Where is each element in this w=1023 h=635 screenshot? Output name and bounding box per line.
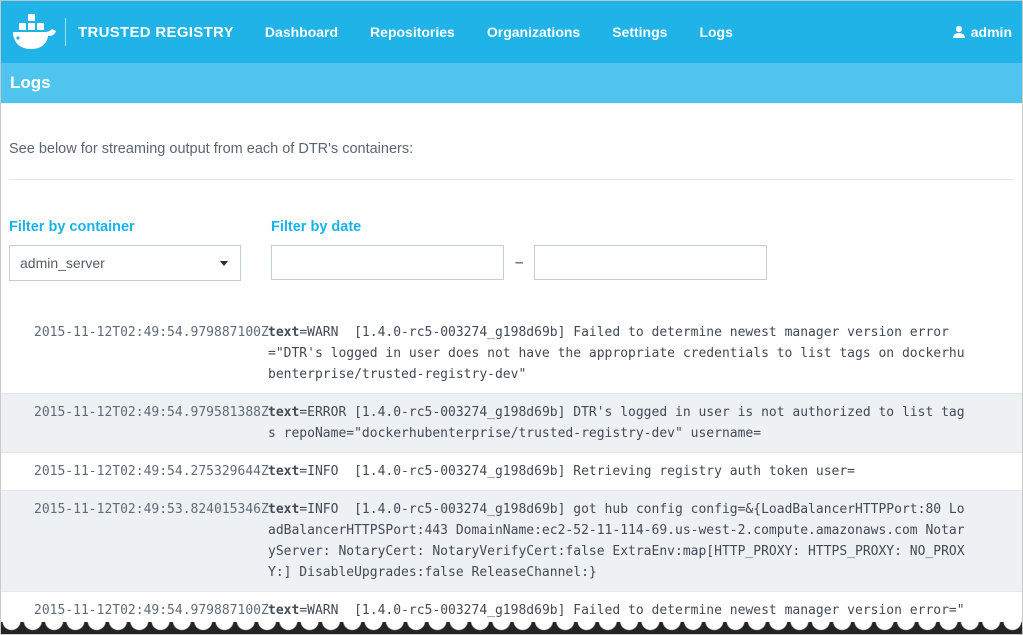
docker-whale-icon bbox=[11, 12, 57, 52]
log-key: text bbox=[268, 405, 299, 420]
log-timestamp: 2015-11-12T02:49:53.824015346Z bbox=[1, 499, 241, 583]
filter-date-group: Filter by date – bbox=[271, 219, 767, 281]
page-title-bar: Logs bbox=[1, 63, 1022, 104]
log-text: =INFO [1.4.0-rc5-003274_g198d69b] got hu… bbox=[268, 502, 965, 580]
log-row: 2015-11-12T02:49:53.824015346Z text=INFO… bbox=[1, 490, 1022, 591]
log-list: 2015-11-12T02:49:54.979887100Z text=WARN… bbox=[1, 314, 1022, 629]
filter-date-label: Filter by date bbox=[271, 219, 767, 239]
log-timestamp: 2015-11-12T02:49:54.275329644Z bbox=[1, 461, 241, 482]
chevron-down-icon bbox=[220, 261, 228, 266]
date-to-input[interactable] bbox=[534, 245, 767, 280]
content: See below for streaming output from each… bbox=[1, 139, 1022, 629]
container-select[interactable]: admin_server bbox=[9, 245, 241, 281]
log-message: text=ERROR [1.4.0-rc5-003274_g198d69b] D… bbox=[268, 402, 968, 444]
log-message: text=INFO [1.4.0-rc5-003274_g198d69b] Re… bbox=[268, 461, 968, 482]
log-text: =WARN [1.4.0-rc5-003274_g198d69b] Failed… bbox=[268, 325, 965, 382]
log-timestamp: 2015-11-12T02:49:54.979581388Z bbox=[1, 402, 241, 444]
user-icon bbox=[952, 25, 966, 39]
log-timestamp: 2015-11-12T02:49:54.979887100Z bbox=[1, 322, 241, 385]
log-key: text bbox=[268, 464, 299, 479]
nav-item-dashboard[interactable]: Dashboard bbox=[249, 24, 354, 40]
nav-items: Dashboard Repositories Organizations Set… bbox=[249, 24, 749, 40]
dtr-logs-page: TRUSTED REGISTRY Dashboard Repositories … bbox=[0, 0, 1023, 635]
divider bbox=[9, 179, 1014, 180]
log-row: 2015-11-12T02:49:54.275329644Z text=INFO… bbox=[1, 452, 1022, 490]
nav-item-settings[interactable]: Settings bbox=[596, 24, 683, 40]
log-text: =ERROR [1.4.0-rc5-003274_g198d69b] DTR's… bbox=[268, 405, 965, 441]
container-select-value: admin_server bbox=[20, 255, 220, 271]
date-from-input[interactable] bbox=[271, 245, 504, 280]
user-name: admin bbox=[971, 24, 1012, 40]
page-title: Logs bbox=[10, 73, 51, 93]
top-navigation: TRUSTED REGISTRY Dashboard Repositories … bbox=[1, 1, 1022, 63]
intro-text: See below for streaming output from each… bbox=[9, 139, 1014, 159]
log-timestamp: 2015-11-12T02:49:54.979887100Z bbox=[1, 600, 241, 621]
brand-title: TRUSTED REGISTRY bbox=[78, 24, 234, 41]
filter-container-group: Filter by container admin_server bbox=[9, 219, 271, 281]
log-row: 2015-11-12T02:49:54.979581388Z text=ERRO… bbox=[1, 393, 1022, 452]
log-key: text bbox=[268, 325, 299, 340]
date-range-separator: – bbox=[515, 254, 523, 271]
log-text: =INFO [1.4.0-rc5-003274_g198d69b] Retrie… bbox=[299, 464, 855, 479]
user-menu[interactable]: admin bbox=[952, 24, 1022, 40]
nav-item-organizations[interactable]: Organizations bbox=[471, 24, 596, 40]
log-text: =WARN [1.4.0-rc5-003274_g198d69b] Failed… bbox=[299, 603, 964, 618]
filters: Filter by container admin_server Filter … bbox=[9, 219, 1014, 281]
log-row: 2015-11-12T02:49:54.979887100Z text=WARN… bbox=[1, 314, 1022, 393]
log-message: text=INFO [1.4.0-rc5-003274_g198d69b] go… bbox=[268, 499, 968, 583]
nav-item-repositories[interactable]: Repositories bbox=[354, 24, 471, 40]
filter-container-label: Filter by container bbox=[9, 219, 271, 239]
brand-divider bbox=[65, 18, 66, 46]
torn-edge-decoration bbox=[1, 622, 1022, 635]
log-key: text bbox=[268, 603, 299, 618]
brand[interactable]: TRUSTED REGISTRY bbox=[1, 12, 234, 52]
log-message: text=WARN [1.4.0-rc5-003274_g198d69b] Fa… bbox=[268, 322, 968, 385]
log-message: text=WARN [1.4.0-rc5-003274_g198d69b] Fa… bbox=[268, 600, 968, 621]
log-key: text bbox=[268, 502, 299, 517]
nav-item-logs[interactable]: Logs bbox=[683, 24, 748, 40]
date-range-row: – bbox=[271, 245, 767, 280]
